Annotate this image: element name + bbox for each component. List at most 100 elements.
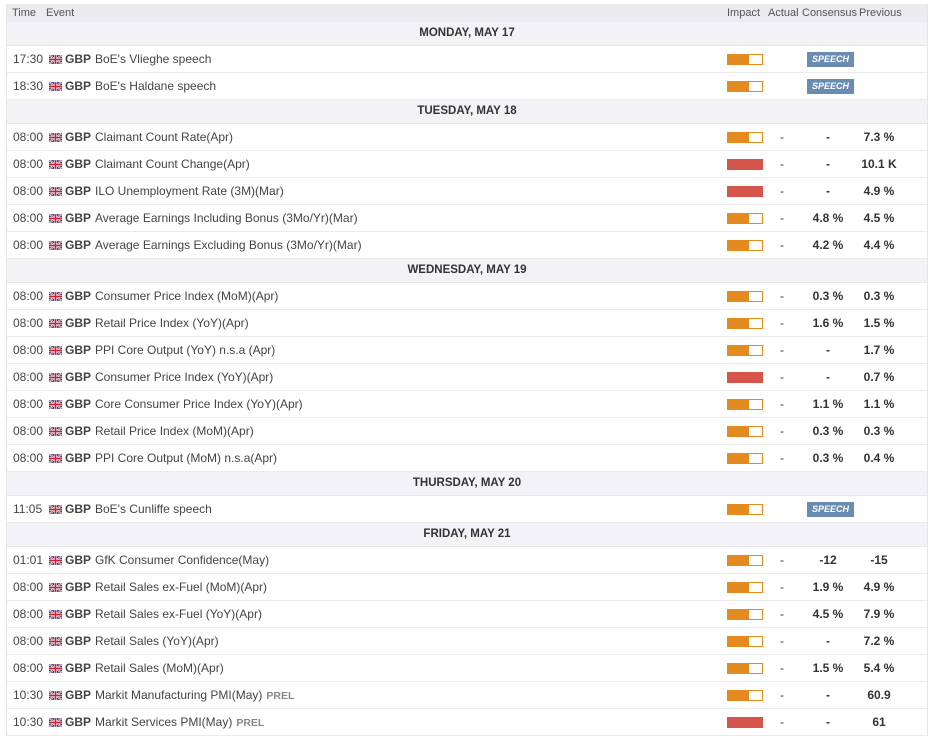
event-row[interactable]: 08:00 GBP Core Consumer Price Index (YoY… [7, 391, 927, 418]
event-consensus: - [826, 184, 830, 198]
impact-medium-bar [727, 504, 763, 515]
event-currency: GBP [65, 634, 92, 648]
event-name[interactable]: Consumer Price Index (MoM)(Apr) [95, 283, 278, 309]
event-previous: 7.3 % [863, 130, 895, 144]
event-name[interactable]: Consumer Price Index (YoY)(Apr) [95, 364, 273, 390]
event-row[interactable]: 08:00 GBP Retail Sales ex-Fuel (MoM)(Apr… [7, 574, 927, 601]
event-time: 08:00 [13, 238, 44, 252]
event-consensus: 4.5 % [812, 607, 844, 621]
event-name[interactable]: ILO Unemployment Rate (3M)(Mar) [95, 178, 284, 204]
day-header: THURSDAY, MAY 20 [7, 472, 927, 496]
event-time: 08:00 [13, 130, 44, 144]
speech-badge: SPEECH [807, 79, 854, 94]
event-time: 10:30 [13, 715, 44, 729]
event-row[interactable]: 08:00 GBP Consumer Price Index (MoM)(Apr… [7, 283, 927, 310]
event-previous: 7.9 % [863, 607, 895, 621]
event-name[interactable]: Retail Sales ex-Fuel (MoM)(Apr) [95, 574, 267, 600]
event-currency: GBP [65, 502, 92, 516]
event-row[interactable]: 08:00 GBP ILO Unemployment Rate (3M)(Mar… [7, 178, 927, 205]
event-name[interactable]: PPI Core Output (YoY) n.s.a (Apr) [95, 337, 275, 363]
impact-medium-bar [727, 345, 763, 356]
event-row[interactable]: 11:05 GBP BoE's Cunliffe speech SPEECH [7, 496, 927, 523]
day-header: WEDNESDAY, MAY 19 [7, 259, 927, 283]
impact-medium-bar [727, 636, 763, 647]
event-previous: 5.4 % [863, 661, 895, 675]
event-currency: GBP [65, 580, 92, 594]
event-actual: - [780, 370, 784, 384]
event-name[interactable]: Retail Sales (MoM)(Apr) [95, 655, 224, 681]
event-currency: GBP [65, 238, 92, 252]
event-time: 10:30 [13, 688, 44, 702]
event-time: 18:30 [13, 79, 44, 93]
event-row[interactable]: 08:00 GBP Retail Sales ex-Fuel (YoY)(Apr… [7, 601, 927, 628]
event-currency: GBP [65, 715, 92, 729]
event-previous: 4.9 % [863, 184, 895, 198]
event-row[interactable]: 18:30 GBP BoE's Haldane speech SPEECH [7, 73, 927, 100]
event-row[interactable]: 08:00 GBP Retail Price Index (MoM)(Apr) … [7, 418, 927, 445]
event-actual: - [780, 130, 784, 144]
event-name[interactable]: Markit Manufacturing PMI(May) PREL [95, 682, 294, 709]
event-consensus: 4.2 % [812, 238, 844, 252]
event-name[interactable]: Core Consumer Price Index (YoY)(Apr) [95, 391, 303, 417]
event-row[interactable]: 08:00 GBP Average Earnings Excluding Bon… [7, 232, 927, 259]
event-consensus: 4.8 % [812, 211, 844, 225]
event-row[interactable]: 08:00 GBP Claimant Count Change(Apr) - -… [7, 151, 927, 178]
event-name[interactable]: Retail Sales ex-Fuel (YoY)(Apr) [95, 601, 262, 627]
event-row[interactable]: 08:00 GBP Retail Price Index (YoY)(Apr) … [7, 310, 927, 337]
impact-medium-bar [727, 399, 763, 410]
event-row[interactable]: 10:30 GBP Markit Manufacturing PMI(May) P… [7, 682, 927, 709]
event-currency: GBP [65, 370, 92, 384]
event-previous: -15 [870, 553, 888, 567]
event-row[interactable]: 08:00 GBP Retail Sales (MoM)(Apr) - 1.5 … [7, 655, 927, 682]
event-name[interactable]: Claimant Count Change(Apr) [95, 151, 250, 177]
impact-medium-bar [727, 81, 763, 92]
event-actual: - [780, 184, 784, 198]
speech-badge: SPEECH [807, 502, 854, 517]
event-time: 08:00 [13, 370, 44, 384]
event-row[interactable]: 08:00 GBP Retail Sales (YoY)(Apr) - - 7.… [7, 628, 927, 655]
uk-flag-icon [48, 636, 63, 647]
col-actual: Actual [768, 7, 799, 19]
event-row[interactable]: 08:00 GBP PPI Core Output (YoY) n.s.a (A… [7, 337, 927, 364]
day-header: FRIDAY, MAY 21 [7, 523, 927, 547]
event-currency: GBP [65, 211, 92, 225]
event-name[interactable]: Claimant Count Rate(Apr) [95, 124, 233, 150]
event-name[interactable]: PPI Core Output (MoM) n.s.a(Apr) [95, 445, 277, 471]
event-name[interactable]: Retail Sales (YoY)(Apr) [95, 628, 219, 654]
event-name[interactable]: Average Earnings Including Bonus (3Mo/Yr… [95, 205, 358, 231]
col-event: Event [46, 7, 75, 19]
event-actual: - [780, 424, 784, 438]
event-actual: - [780, 688, 784, 702]
event-consensus: - [826, 715, 830, 729]
event-name[interactable]: BoE's Cunliffe speech [95, 496, 212, 522]
event-row[interactable]: 08:00 GBP PPI Core Output (MoM) n.s.a(Ap… [7, 445, 927, 472]
event-time: 08:00 [13, 424, 44, 438]
impact-medium-bar [727, 582, 763, 593]
event-row[interactable]: 10:30 GBP Markit Services PMI(May) PREL -… [7, 709, 927, 736]
event-time: 08:00 [13, 343, 44, 357]
uk-flag-icon [48, 291, 63, 302]
event-previous: 1.7 % [863, 343, 895, 357]
event-actual: - [780, 343, 784, 357]
event-actual: - [780, 289, 784, 303]
event-name[interactable]: BoE's Haldane speech [95, 73, 216, 99]
event-time: 08:00 [13, 184, 44, 198]
impact-medium-bar [727, 663, 763, 674]
event-name[interactable]: GfK Consumer Confidence(May) [95, 547, 269, 573]
economic-calendar-table: Time Event Impact Actual Consensus Previ… [6, 4, 928, 736]
event-name[interactable]: Markit Services PMI(May) PREL [95, 709, 264, 736]
event-name[interactable]: BoE's Vlieghe speech [95, 46, 211, 72]
impact-medium-bar [727, 213, 763, 224]
event-consensus: - [826, 157, 830, 171]
event-consensus: 0.3 % [812, 451, 844, 465]
event-row[interactable]: 08:00 GBP Claimant Count Rate(Apr) - - 7… [7, 124, 927, 151]
event-row[interactable]: 01:01 GBP GfK Consumer Confidence(May) -… [7, 547, 927, 574]
uk-flag-icon [48, 81, 63, 92]
event-name[interactable]: Average Earnings Excluding Bonus (3Mo/Yr… [95, 232, 362, 258]
event-name[interactable]: Retail Price Index (MoM)(Apr) [95, 418, 254, 444]
event-currency: GBP [65, 289, 92, 303]
event-row[interactable]: 08:00 GBP Consumer Price Index (YoY)(Apr… [7, 364, 927, 391]
event-name[interactable]: Retail Price Index (YoY)(Apr) [95, 310, 249, 336]
event-row[interactable]: 08:00 GBP Average Earnings Including Bon… [7, 205, 927, 232]
event-row[interactable]: 17:30 GBP BoE's Vlieghe speech SPEECH [7, 46, 927, 73]
